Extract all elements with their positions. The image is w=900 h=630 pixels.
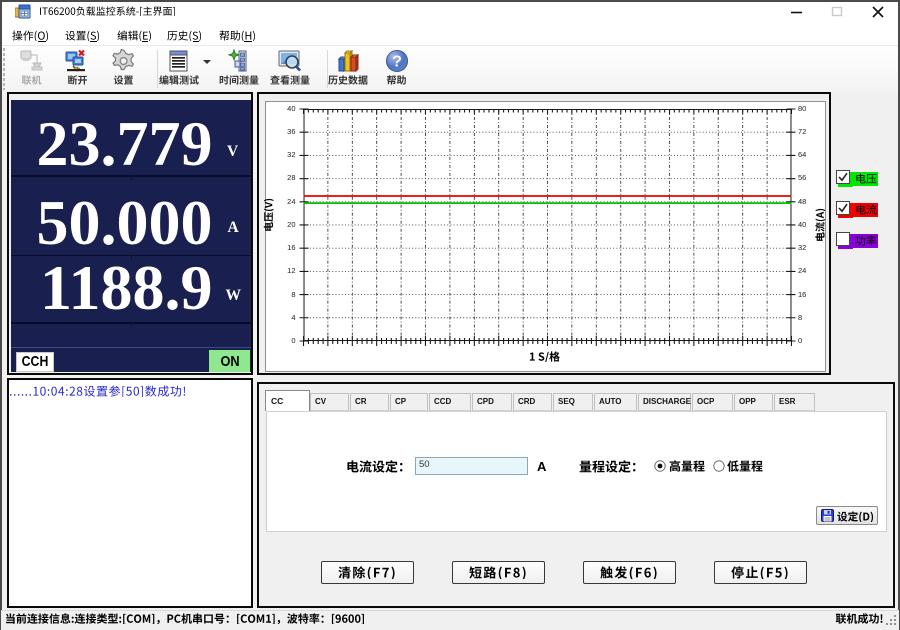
svg-text:?: ? — [392, 54, 402, 71]
